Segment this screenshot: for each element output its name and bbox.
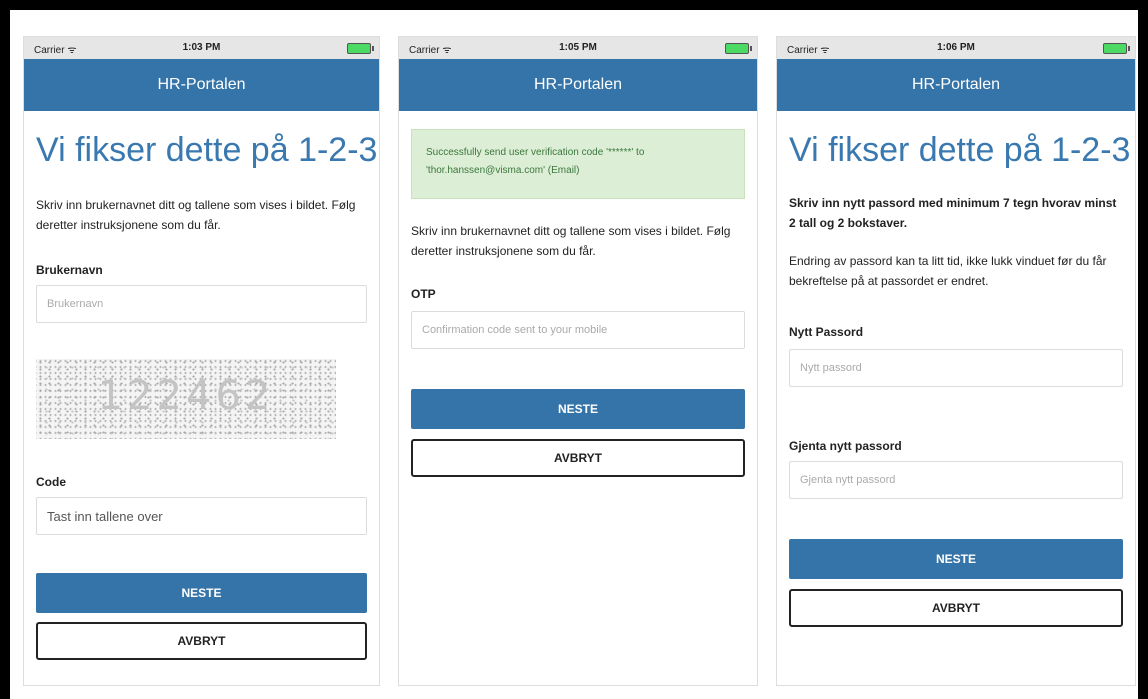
nav-title: HR-Portalen [24, 59, 379, 111]
password-rules: Skriv inn nytt passord med minimum 7 teg… [789, 196, 1117, 230]
battery-icon [347, 43, 374, 54]
status-time: 1:03 PM [182, 42, 221, 53]
nav-title: HR-Portalen [399, 59, 757, 111]
next-button[interactable]: NESTE [789, 539, 1123, 579]
nav-title: HR-Portalen [777, 59, 1135, 111]
page-heading: Vi fikser dette på 1-2-3 [789, 131, 1131, 169]
phone-screen-login: Carrier ᯤ 1:03 PM HR-Portalen Vi fikser … [23, 36, 380, 686]
status-time: 1:06 PM [937, 42, 975, 53]
intro-text: Skriv inn brukernavnet ditt og tallene s… [36, 198, 356, 232]
password-note: Endring av passord kan ta litt tid, ikke… [789, 254, 1107, 288]
new-password-label: Nytt Passord [789, 325, 864, 339]
new-password-input[interactable]: Nytt passord [789, 349, 1123, 387]
page-heading: Vi fikser dette på 1-2-3 [36, 131, 378, 169]
repeat-password-input[interactable]: Gjenta nytt passord [789, 461, 1123, 499]
username-input[interactable]: Brukernavn [36, 285, 367, 323]
success-alert: Successfully send user verification code… [411, 129, 745, 199]
captcha-code: 122462 [97, 373, 275, 419]
intro-text: Skriv inn brukernavnet ditt og tallene s… [411, 224, 731, 258]
status-bar: Carrier ᯤ 1:05 PM [399, 37, 757, 59]
username-label: Brukernavn [36, 263, 103, 277]
battery-icon [1103, 43, 1130, 54]
screenshot-frame: Carrier ᯤ 1:03 PM HR-Portalen Vi fikser … [10, 10, 1138, 699]
next-button[interactable]: NESTE [411, 389, 745, 429]
cancel-button[interactable]: AVBRYT [411, 439, 745, 477]
cancel-button[interactable]: AVBRYT [789, 589, 1123, 627]
otp-input[interactable]: Confirmation code sent to your mobile [411, 311, 745, 349]
code-input[interactable]: Tast inn tallene over [36, 497, 367, 535]
status-time: 1:05 PM [559, 42, 597, 53]
otp-label: OTP [411, 287, 436, 301]
captcha-image: 122462 [36, 359, 336, 439]
repeat-password-label: Gjenta nytt passord [789, 439, 902, 453]
cancel-button[interactable]: AVBRYT [36, 622, 367, 660]
status-bar: Carrier ᯤ 1:06 PM [777, 37, 1135, 59]
code-label: Code [36, 475, 66, 489]
next-button[interactable]: NESTE [36, 573, 367, 613]
battery-icon [725, 43, 752, 54]
phone-screen-otp: Carrier ᯤ 1:05 PM HR-Portalen Successful… [398, 36, 758, 686]
status-bar: Carrier ᯤ 1:03 PM [24, 37, 379, 59]
phone-screen-new-password: Carrier ᯤ 1:06 PM HR-Portalen Vi fikser … [776, 36, 1136, 686]
